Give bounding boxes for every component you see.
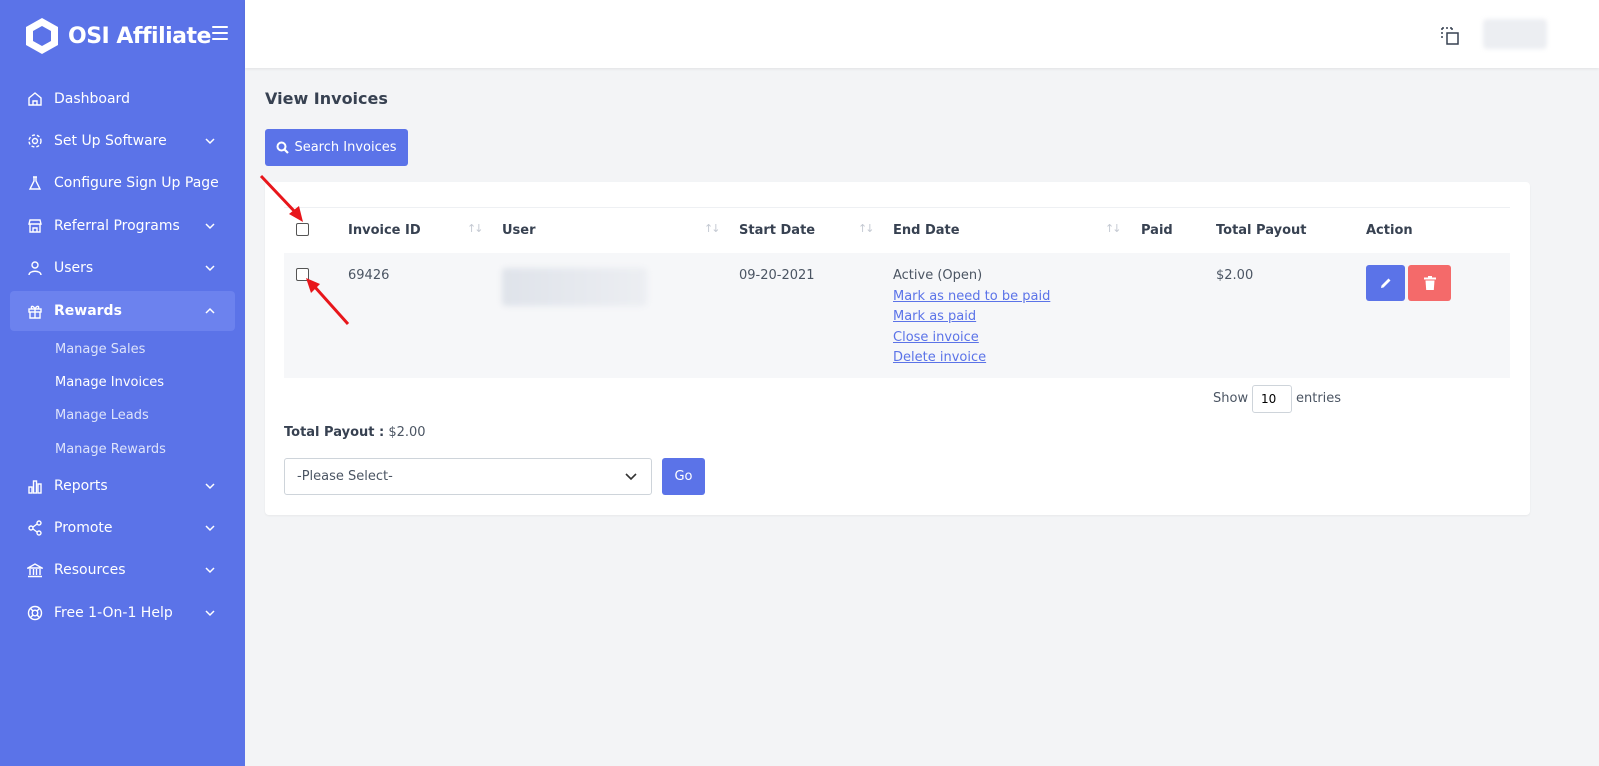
sidebar-item-free-help[interactable]: Free 1-On-1 Help (10, 593, 235, 633)
entries-label: entries (1296, 391, 1342, 406)
pencil-icon (1380, 278, 1390, 288)
sidebar-item-dashboard[interactable]: Dashboard (10, 79, 235, 119)
annotation-arrow-icon (306, 278, 350, 326)
sidebar-item-label: Referral Programs (54, 218, 180, 234)
column-header-total-payout: Total Payout (1216, 223, 1307, 238)
home-icon (27, 91, 43, 107)
sidebar: OSI Affiliate Dashboard Set Up Software … (0, 0, 245, 766)
column-header-action: Action (1366, 223, 1413, 238)
sidebar-item-reports[interactable]: Reports (10, 466, 235, 506)
sidebar-item-promote[interactable]: Promote (10, 508, 235, 548)
bulk-action-select[interactable]: -Please Select- (284, 458, 652, 495)
delete-invoice-link[interactable]: Delete invoice (893, 350, 986, 365)
chevron-down-icon (205, 610, 215, 617)
chevron-down-icon (205, 567, 215, 574)
sidebar-item-label: Promote (54, 520, 113, 536)
topbar (245, 0, 1599, 68)
mark-paid-link[interactable]: Mark as paid (893, 309, 976, 324)
end-date-status: Active (Open) (893, 268, 983, 283)
column-header-paid: Paid (1141, 223, 1173, 238)
sidebar-subitem-manage-invoices[interactable]: Manage Invoices (55, 375, 164, 390)
lifebuoy-icon (27, 605, 43, 621)
sidebar-item-label: Dashboard (54, 91, 130, 107)
avatar[interactable] (1483, 19, 1547, 49)
column-header-user[interactable]: User (502, 223, 536, 238)
sort-icon[interactable]: ↑↓ (858, 222, 875, 235)
total-payout-value: $2.00 (388, 425, 426, 440)
brand-name: OSI Affiliate (68, 23, 211, 49)
user-cell-redacted[interactable] (502, 268, 647, 306)
mark-need-paid-link[interactable]: Mark as need to be paid (893, 289, 1050, 304)
chevron-down-icon (205, 525, 215, 532)
sidebar-item-label: Resources (54, 562, 126, 578)
sidebar-item-label: Set Up Software (54, 133, 167, 149)
flask-icon (27, 175, 43, 191)
annotation-arrow-icon (259, 174, 303, 222)
sort-icon[interactable]: ↑↓ (704, 222, 721, 235)
entries-per-page-input[interactable] (1252, 385, 1292, 413)
chevron-down-icon (205, 138, 215, 145)
hamburger-menu-icon[interactable] (212, 26, 228, 42)
start-date-cell: 09-20-2021 (739, 268, 815, 283)
chevron-up-icon (205, 307, 215, 314)
logo-icon (26, 18, 58, 54)
total-payout-cell: $2.00 (1216, 268, 1254, 283)
search-invoices-button[interactable]: Search Invoices (265, 129, 408, 166)
total-payout-label: Total Payout : (284, 425, 385, 440)
chevron-down-icon (205, 223, 215, 230)
bulk-action-selected: -Please Select- (297, 469, 393, 484)
sidebar-item-referral-programs[interactable]: Referral Programs (10, 206, 235, 246)
go-button[interactable]: Go (662, 458, 705, 495)
bar-chart-icon (27, 478, 43, 494)
column-header-end-date[interactable]: End Date (893, 223, 960, 238)
sidebar-subitem-manage-rewards[interactable]: Manage Rewards (55, 442, 166, 457)
sidebar-item-label: Free 1-On-1 Help (54, 605, 173, 621)
sidebar-item-users[interactable]: Users (10, 248, 235, 288)
gift-icon (27, 303, 43, 319)
gear-icon (27, 133, 43, 149)
trash-icon (1423, 276, 1436, 290)
chevron-down-icon (205, 483, 215, 490)
chevron-down-icon (625, 473, 637, 481)
store-icon (27, 218, 43, 234)
search-invoices-label: Search Invoices (294, 140, 397, 155)
column-header-start-date[interactable]: Start Date (739, 223, 815, 238)
bank-icon (27, 562, 43, 578)
page-title: View Invoices (265, 89, 388, 108)
close-invoice-link[interactable]: Close invoice (893, 330, 979, 345)
fullscreen-icon[interactable] (1440, 26, 1460, 46)
chevron-down-icon (205, 265, 215, 272)
sidebar-item-configure-sign-up-page[interactable]: Configure Sign Up Page (10, 163, 235, 203)
column-header-invoice-id[interactable]: Invoice ID (348, 223, 421, 238)
sidebar-item-label: Rewards (54, 303, 122, 319)
delete-button[interactable] (1408, 265, 1451, 301)
sidebar-item-resources[interactable]: Resources (10, 550, 235, 590)
total-payout-summary: Total Payout : $2.00 (284, 425, 426, 440)
sidebar-subitem-manage-leads[interactable]: Manage Leads (55, 408, 149, 423)
sidebar-subitem-manage-sales[interactable]: Manage Sales (55, 342, 145, 357)
sort-icon[interactable]: ↑↓ (1105, 222, 1122, 235)
sidebar-item-label: Configure Sign Up Page (54, 175, 219, 191)
brand[interactable]: OSI Affiliate (24, 15, 211, 57)
user-icon (27, 260, 43, 276)
share-icon (27, 520, 43, 536)
show-label: Show (1213, 391, 1249, 406)
table-header-divider (284, 207, 1510, 208)
sidebar-item-label: Users (54, 260, 94, 276)
search-icon (276, 141, 290, 154)
sidebar-item-set-up-software[interactable]: Set Up Software (10, 121, 235, 161)
sidebar-item-rewards[interactable]: Rewards (10, 291, 235, 331)
sidebar-item-label: Reports (54, 478, 108, 494)
edit-button[interactable] (1366, 265, 1405, 301)
sort-icon[interactable]: ↑↓ (467, 222, 484, 235)
